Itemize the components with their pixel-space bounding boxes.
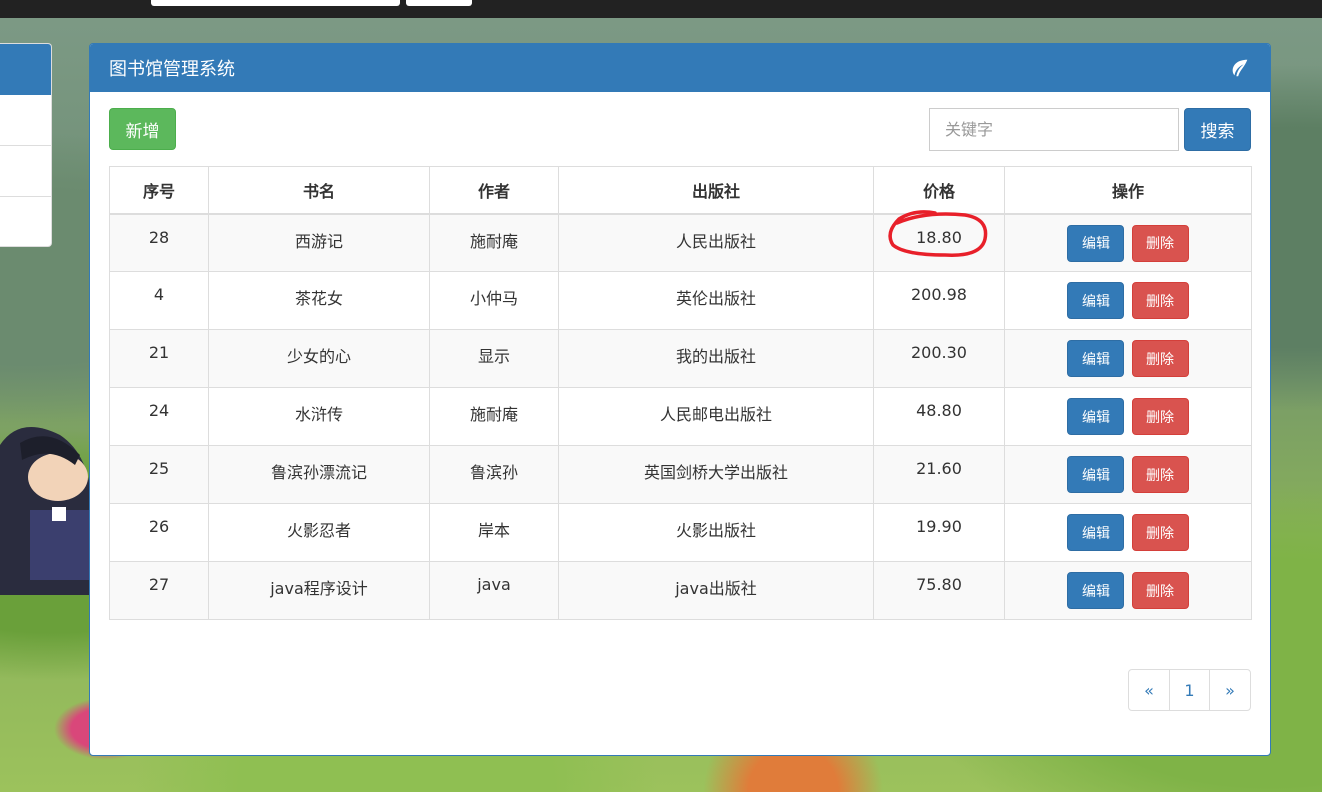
cell-author: 小仲马	[429, 271, 559, 330]
cell-author: 鲁滨孙	[429, 445, 559, 504]
delete-button[interactable]: 删除	[1131, 398, 1189, 435]
cell-price: 19.90	[873, 503, 1005, 562]
header-price: 价格	[873, 166, 1005, 215]
edit-button[interactable]: 编辑	[1067, 398, 1125, 435]
cell-publisher: 英国剑桥大学出版社	[558, 445, 874, 504]
add-book-button[interactable]: 新增	[109, 108, 176, 150]
library-panel: 图书馆管理系统 新增 搜索 序号 书名	[89, 43, 1271, 756]
cell-actions: 编辑 删除	[1004, 387, 1252, 446]
table-row: 26 火影忍者 岸本 火影出版社 19.90 编辑 删除	[109, 503, 1252, 562]
cell-publisher: 火影出版社	[558, 503, 874, 562]
cell-actions: 编辑 删除	[1004, 561, 1252, 620]
header-id: 序号	[109, 166, 209, 215]
cell-id: 28	[109, 213, 209, 272]
delete-button[interactable]: 删除	[1131, 572, 1189, 609]
table-row: 4 茶花女 小仲马 英伦出版社 200.98 编辑 删除	[109, 271, 1252, 330]
cell-book-name: 西游记	[208, 213, 430, 272]
pagination: « 1 »	[1128, 669, 1251, 711]
books-table: 序号 书名 作者 出版社 价格 操作 28 西游记 施耐庵 人民出版社 18.8	[109, 166, 1252, 620]
cell-publisher: 人民出版社	[558, 213, 874, 272]
edit-button[interactable]: 编辑	[1067, 340, 1125, 377]
header-actions: 操作	[1004, 166, 1252, 215]
table-row: 21 少女的心 显示 我的出版社 200.30 编辑 删除	[109, 329, 1252, 388]
delete-button[interactable]: 删除	[1131, 282, 1189, 319]
cell-author: 岸本	[429, 503, 559, 562]
search-group: 搜索	[929, 107, 1251, 151]
side-panel	[0, 43, 52, 247]
cell-publisher: java出版社	[558, 561, 874, 620]
background-character-illustration	[0, 427, 92, 595]
cell-actions: 编辑 删除	[1004, 503, 1252, 562]
delete-button[interactable]: 删除	[1131, 514, 1189, 551]
cell-id: 26	[109, 503, 209, 562]
keyword-search-input[interactable]	[929, 107, 1179, 151]
price-value: 18.80	[916, 227, 962, 247]
panel-heading: 图书馆管理系统	[90, 44, 1270, 92]
cell-publisher: 英伦出版社	[558, 271, 874, 330]
cell-actions: 编辑 删除	[1004, 445, 1252, 504]
delete-button[interactable]: 删除	[1131, 340, 1189, 377]
cell-actions: 编辑 删除	[1004, 271, 1252, 330]
edit-button[interactable]: 编辑	[1067, 282, 1125, 319]
cell-id: 21	[109, 329, 209, 388]
delete-button[interactable]: 删除	[1131, 456, 1189, 493]
leaf-icon	[1232, 59, 1248, 77]
table-row: 27 java程序设计 java java出版社 75.80 编辑 删除	[109, 561, 1252, 620]
edit-button[interactable]: 编辑	[1067, 514, 1125, 551]
cell-book-name: 水浒传	[208, 387, 430, 446]
cell-id: 24	[109, 387, 209, 446]
table-row: 25 鲁滨孙漂流记 鲁滨孙 英国剑桥大学出版社 21.60 编辑 删除	[109, 445, 1252, 504]
cell-author: 施耐庵	[429, 387, 559, 446]
page-title: 图书馆管理系统	[109, 59, 235, 80]
side-panel-item[interactable]	[0, 146, 51, 197]
cell-price: 48.80	[873, 387, 1005, 446]
table-header-row: 序号 书名 作者 出版社 价格 操作	[109, 166, 1252, 215]
edit-button[interactable]: 编辑	[1067, 572, 1125, 609]
cell-price: 21.60	[873, 445, 1005, 504]
cell-publisher: 我的出版社	[558, 329, 874, 388]
navbar-button[interactable]	[406, 0, 472, 6]
table-row: 28 西游记 施耐庵 人民出版社 18.80 编辑 删除	[109, 209, 1252, 272]
pagination-page-1[interactable]: 1	[1169, 669, 1210, 711]
cell-actions: 编辑 删除	[1004, 329, 1252, 388]
cell-price: 18.80	[873, 209, 1005, 272]
delete-button[interactable]: 删除	[1131, 224, 1189, 262]
cell-price: 75.80	[873, 561, 1005, 620]
cell-book-name: 茶花女	[208, 271, 430, 330]
header-publisher: 出版社	[558, 166, 874, 215]
cell-actions: 编辑 删除	[1004, 213, 1252, 272]
cell-price: 200.98	[873, 271, 1005, 330]
panel-body: 新增 搜索 序号 书名 作者 出版社 价格	[90, 92, 1270, 711]
top-navbar	[0, 0, 1322, 18]
cell-author: 施耐庵	[429, 213, 559, 272]
cell-book-name: java程序设计	[208, 561, 430, 620]
cell-author: java	[429, 561, 559, 620]
toolbar: 新增 搜索	[109, 92, 1251, 166]
cell-price: 200.30	[873, 329, 1005, 388]
pagination-next[interactable]: »	[1209, 669, 1251, 711]
table-row: 24 水浒传 施耐庵 人民邮电出版社 48.80 编辑 删除	[109, 387, 1252, 446]
cell-author: 显示	[429, 329, 559, 388]
cell-id: 25	[109, 445, 209, 504]
cell-book-name: 鲁滨孙漂流记	[208, 445, 430, 504]
cell-book-name: 少女的心	[208, 329, 430, 388]
cell-book-name: 火影忍者	[208, 503, 430, 562]
cell-id: 4	[109, 271, 209, 330]
search-button[interactable]: 搜索	[1184, 107, 1251, 151]
cell-id: 27	[109, 561, 209, 620]
navbar-search-input[interactable]	[151, 0, 400, 6]
price-annotated: 18.80	[888, 209, 988, 257]
side-panel-heading	[0, 44, 51, 95]
pagination-prev[interactable]: «	[1128, 669, 1170, 711]
side-panel-item[interactable]	[0, 95, 51, 146]
cell-publisher: 人民邮电出版社	[558, 387, 874, 446]
edit-button[interactable]: 编辑	[1067, 456, 1125, 493]
edit-button[interactable]: 编辑	[1067, 224, 1125, 262]
header-book-name: 书名	[208, 166, 430, 215]
header-author: 作者	[429, 166, 559, 215]
